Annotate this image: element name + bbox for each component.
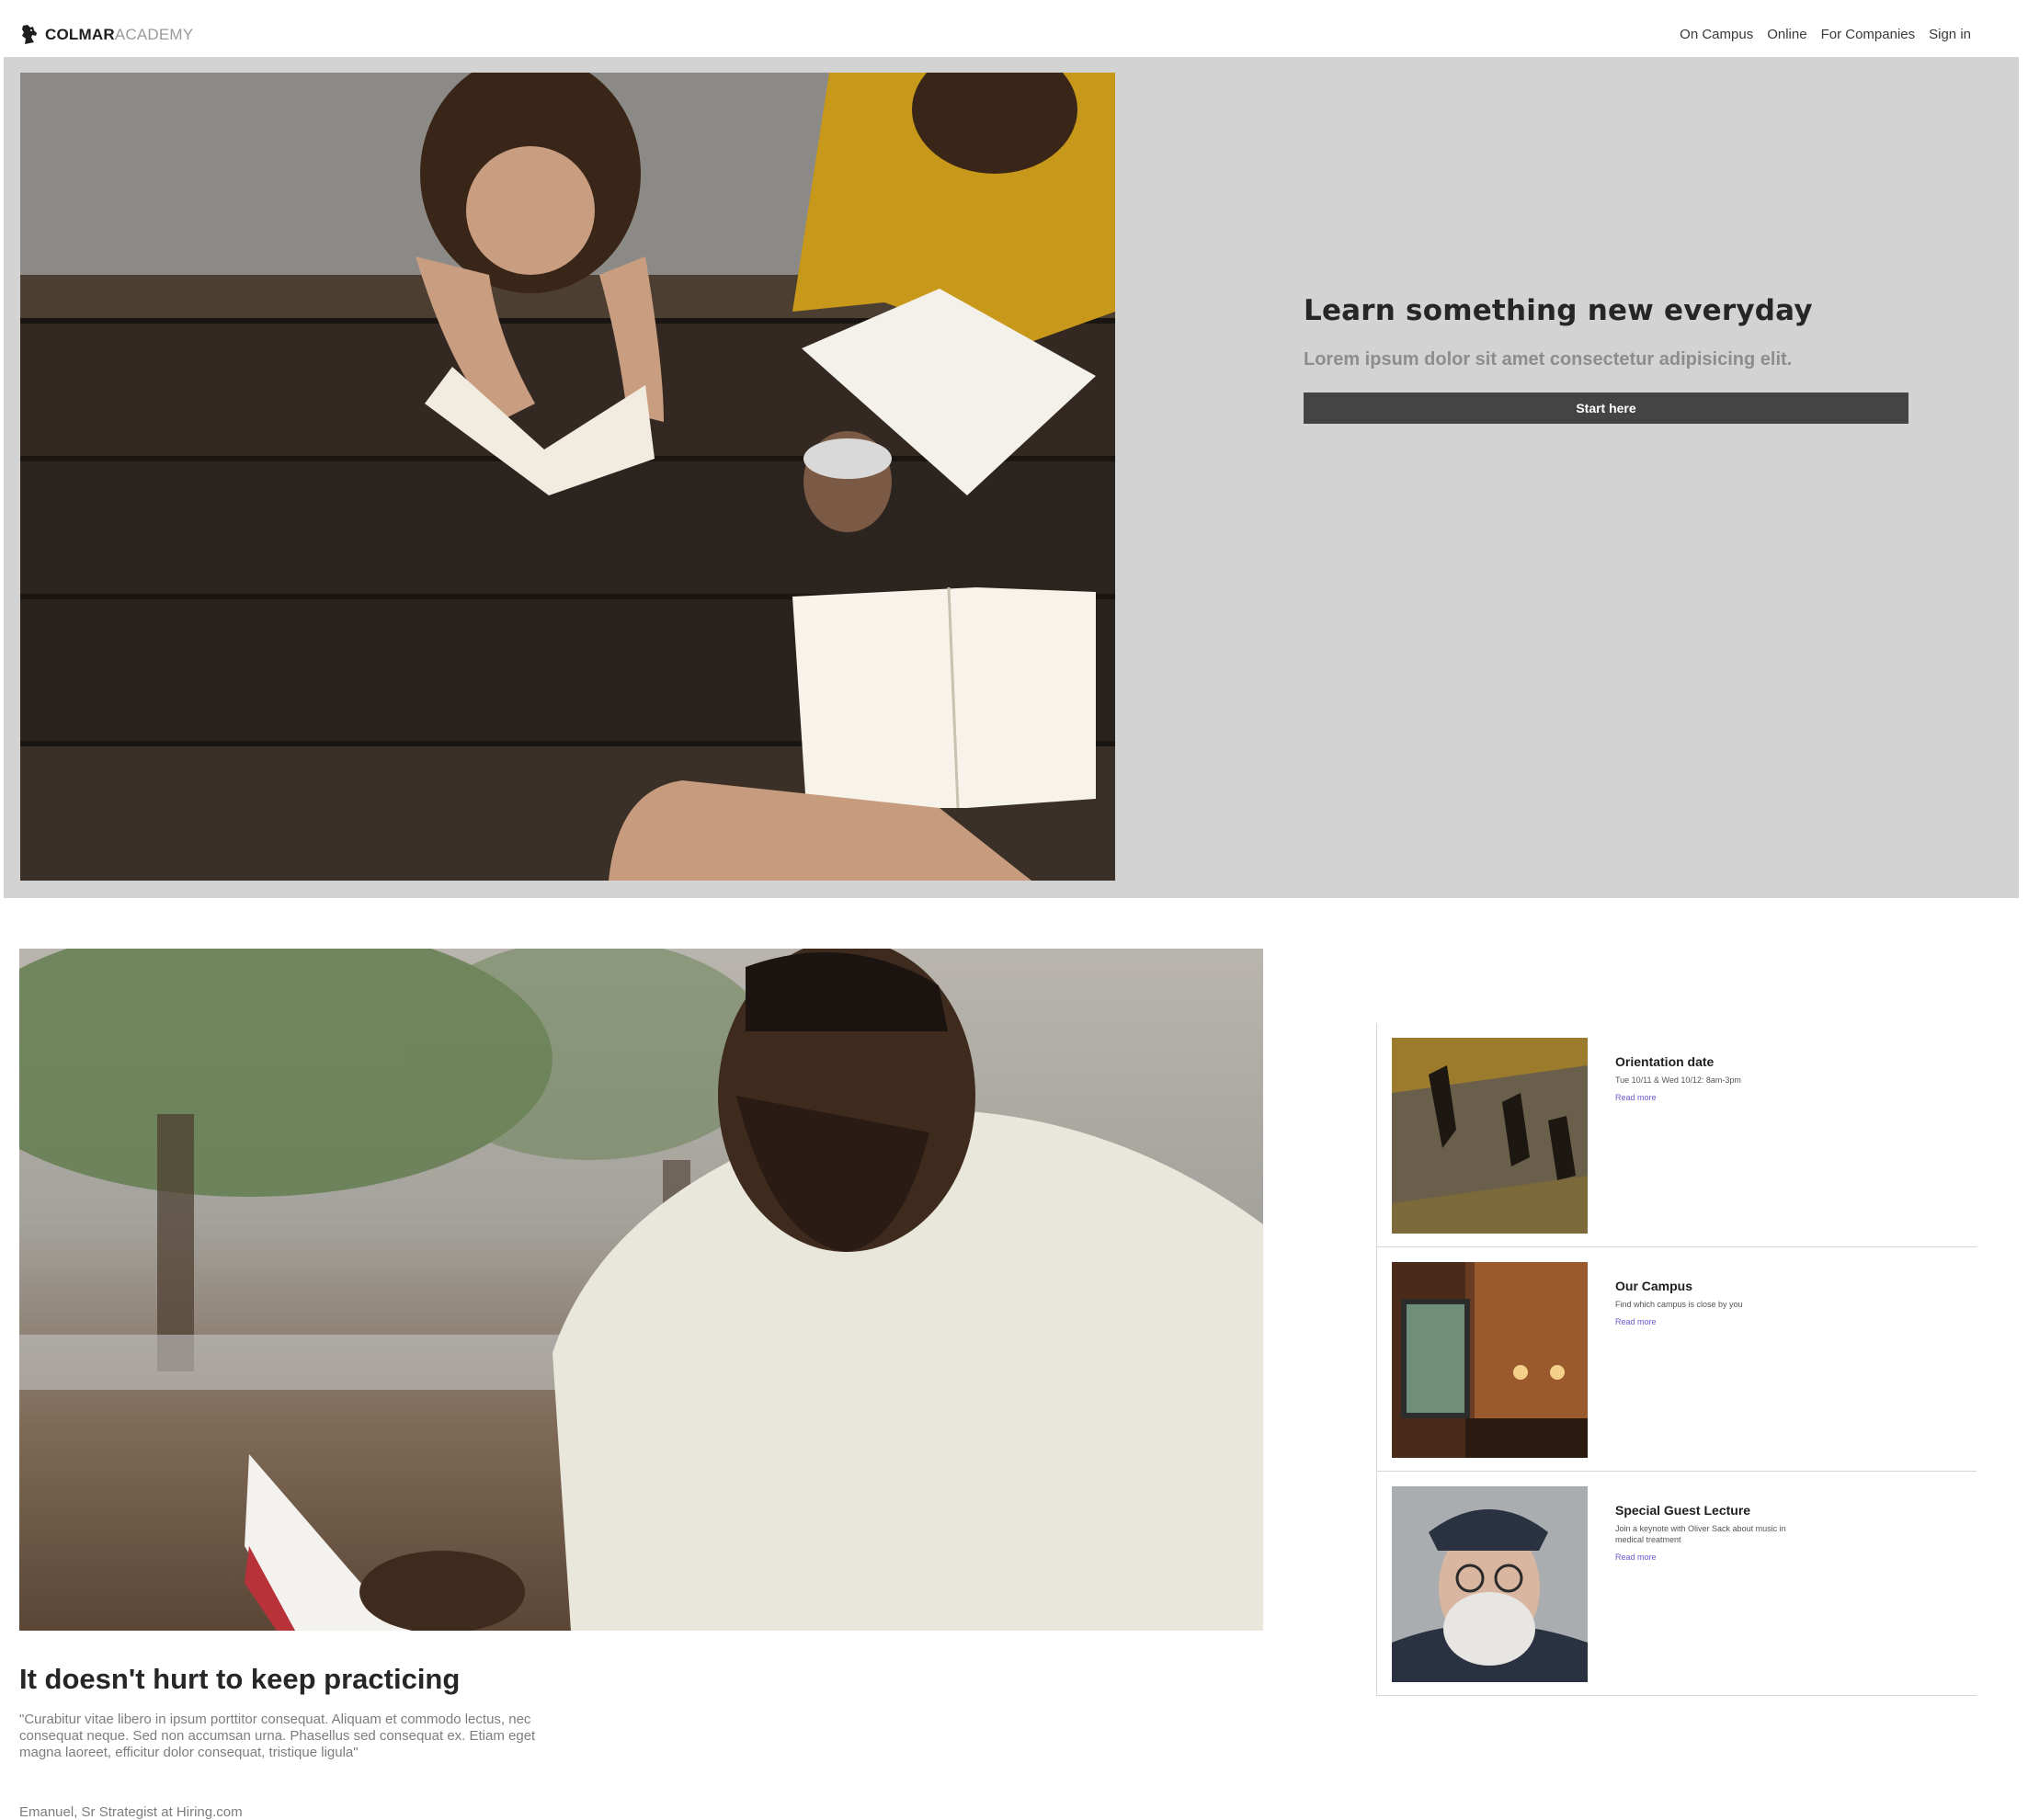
event-card: Our Campus Find which campus is close by… [1377, 1247, 1977, 1472]
testimonial-author: Emanuel, Sr Strategist at Hiring.com [19, 1804, 243, 1820]
brand-logo[interactable]: COLMARACADEMY [19, 24, 193, 46]
event-description: Find which campus is close by you [1615, 1300, 1743, 1309]
nav-on-campus[interactable]: On Campus [1680, 27, 1753, 42]
hero-section: Learn something new everyday Lorem ipsum… [4, 57, 2019, 898]
events-list: Orientation date Tue 10/11 & Wed 10/12: … [1376, 1023, 1977, 1696]
event-card: Special Guest Lecture Join a keynote wit… [1377, 1472, 1977, 1696]
read-more-link[interactable]: Read more [1615, 1317, 1657, 1326]
event-description: Tue 10/11 & Wed 10/12: 8am-3pm [1615, 1075, 1741, 1085]
event-title: Our Campus [1615, 1279, 1693, 1293]
nav-online[interactable]: Online [1767, 27, 1806, 42]
practice-title: It doesn't hurt to keep practicing [19, 1663, 461, 1695]
feature-photo [19, 949, 1263, 1631]
brand-name: COLMARACADEMY [45, 26, 193, 44]
testimonial-quote: "Curabitur vitae libero in ipsum porttit… [19, 1712, 536, 1760]
horse-head-icon [22, 25, 37, 44]
event-body: Orientation date Tue 10/11 & Wed 10/12: … [1615, 1054, 1799, 1105]
hero-photo [20, 73, 1115, 881]
brand-name-light: ACADEMY [114, 26, 194, 43]
read-more-link[interactable]: Read more [1615, 1093, 1657, 1102]
nav-for-companies[interactable]: For Companies [1821, 27, 1916, 42]
event-description: Join a keynote with Oliver Sack about mu… [1615, 1524, 1786, 1544]
event-body: Our Campus Find which campus is close by… [1615, 1279, 1799, 1329]
top-nav: On Campus Online For Companies Sign in [1680, 27, 1971, 42]
brand-name-bold: COLMAR [45, 26, 115, 43]
hero-text: Learn something new everyday Lorem ipsum… [1304, 294, 1910, 424]
event-photo [1392, 1038, 1588, 1234]
event-title: Special Guest Lecture [1615, 1503, 1751, 1518]
event-title: Orientation date [1615, 1054, 1715, 1069]
hero-title: Learn something new everyday [1304, 294, 1813, 327]
hero-subtitle: Lorem ipsum dolor sit amet consectetur a… [1304, 349, 1793, 370]
read-more-link[interactable]: Read more [1615, 1553, 1657, 1562]
event-photo [1392, 1262, 1588, 1458]
event-card: Orientation date Tue 10/11 & Wed 10/12: … [1377, 1023, 1977, 1247]
event-photo [1392, 1486, 1588, 1682]
event-body: Special Guest Lecture Join a keynote wit… [1615, 1503, 1799, 1564]
nav-sign-in[interactable]: Sign in [1929, 27, 1971, 42]
start-here-button[interactable]: Start here [1304, 392, 1908, 424]
